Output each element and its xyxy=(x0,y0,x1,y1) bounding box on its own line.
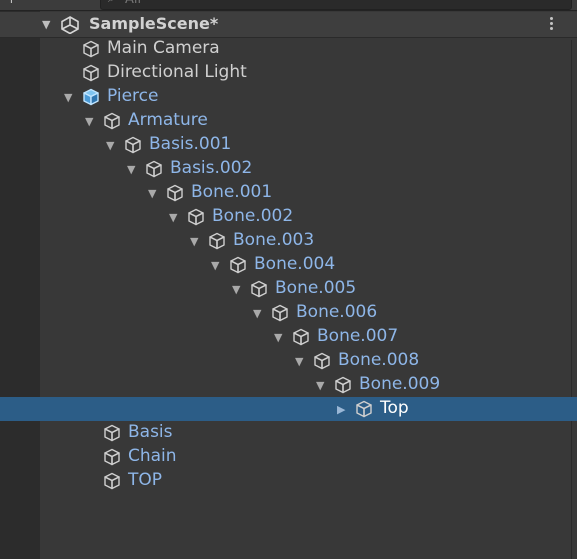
hierarchy-item-label: Bone.006 xyxy=(296,302,378,322)
hierarchy-item-label: Basis.001 xyxy=(149,134,232,154)
hierarchy-item-basis-001[interactable]: ▼ Basis.001 xyxy=(0,133,577,157)
hierarchy-item-bone-008[interactable]: ▼ Bone.008 xyxy=(0,349,577,373)
fold-open-arrow-icon[interactable]: ▼ xyxy=(127,163,135,176)
hierarchy-item-label: Bone.009 xyxy=(359,374,441,394)
fold-closed-arrow-icon[interactable]: ▶ xyxy=(337,403,345,416)
hierarchy-item-label: Directional Light xyxy=(107,62,247,82)
fold-open-arrow-icon[interactable]: ▼ xyxy=(274,331,282,344)
fold-open-arrow-icon[interactable]: ▼ xyxy=(148,187,156,200)
fold-open-arrow-icon[interactable]: ▼ xyxy=(85,115,93,128)
kebab-menu-icon[interactable] xyxy=(546,17,556,33)
fold-open-arrow-icon[interactable]: ▼ xyxy=(211,259,219,272)
hierarchy-item-main-camera[interactable]: Main Camera xyxy=(0,37,577,61)
gameobject-cube-icon xyxy=(125,136,141,154)
gameobject-cube-icon xyxy=(83,40,99,58)
gameobject-cube-icon xyxy=(104,112,120,130)
hierarchy-item-label: Bone.004 xyxy=(254,254,336,274)
hierarchy-item-pierce[interactable]: ▼ Pierce xyxy=(0,85,577,109)
hierarchy-toolbar: + ▾ ⌕ xyxy=(0,0,577,11)
fold-open-arrow-icon[interactable]: ▼ xyxy=(253,307,261,320)
hierarchy-item-label: Bone.007 xyxy=(317,326,399,346)
hierarchy-item-chain[interactable]: Chain xyxy=(0,445,577,469)
hierarchy-item-armature[interactable]: ▼ Armature xyxy=(0,109,577,133)
hierarchy-item-basis-002[interactable]: ▼ Basis.002 xyxy=(0,157,577,181)
gameobject-cube-icon xyxy=(230,256,246,274)
fold-open-arrow-icon[interactable]: ▼ xyxy=(316,379,324,392)
gameobject-cube-icon xyxy=(83,64,99,82)
scene-header[interactable]: ▼ SampleScene* xyxy=(0,12,577,38)
gameobject-cube-icon xyxy=(335,376,351,394)
hierarchy-item-bone-001[interactable]: ▼ Bone.001 xyxy=(0,181,577,205)
hierarchy-item-bone-003[interactable]: ▼ Bone.003 xyxy=(0,229,577,253)
hierarchy-item-bone-004[interactable]: ▼ Bone.004 xyxy=(0,253,577,277)
gameobject-cube-icon xyxy=(104,472,120,490)
chevron-down-icon[interactable]: ▾ xyxy=(27,0,32,2)
scene-title: SampleScene* xyxy=(89,14,219,33)
gameobject-cube-icon xyxy=(209,232,225,250)
hierarchy-item-directional-light[interactable]: Directional Light xyxy=(0,61,577,85)
hierarchy-item-bone-006[interactable]: ▼ Bone.006 xyxy=(0,301,577,325)
fold-open-arrow-icon[interactable]: ▼ xyxy=(64,91,72,104)
hierarchy-item-label: Armature xyxy=(128,110,208,130)
hierarchy-item-label: Bone.001 xyxy=(191,182,273,202)
hierarchy-item-label: Bone.003 xyxy=(233,230,315,250)
plus-icon[interactable]: + xyxy=(6,0,17,7)
hierarchy-item-bone-005[interactable]: ▼ Bone.005 xyxy=(0,277,577,301)
hierarchy-item-label: Bone.008 xyxy=(338,350,420,370)
hierarchy-item-label: Bone.005 xyxy=(275,278,357,298)
scene-fold-arrow-icon[interactable]: ▼ xyxy=(42,18,50,31)
unity-logo-icon xyxy=(61,16,79,34)
hierarchy-item-label: Pierce xyxy=(107,86,159,106)
gameobject-cube-icon xyxy=(314,352,330,370)
fold-open-arrow-icon[interactable]: ▼ xyxy=(190,235,198,248)
hierarchy-item-label: Main Camera xyxy=(107,38,220,58)
fold-open-arrow-icon[interactable]: ▼ xyxy=(169,211,177,224)
gameobject-cube-icon xyxy=(272,304,288,322)
hierarchy-item-basis[interactable]: Basis xyxy=(0,421,577,445)
hierarchy-item-label: Basis xyxy=(128,422,173,442)
gameobject-cube-icon xyxy=(188,208,204,226)
hierarchy-item-bone-007[interactable]: ▼ Bone.007 xyxy=(0,325,577,349)
gameobject-cube-icon xyxy=(356,400,372,418)
hierarchy-item-bone-002[interactable]: ▼ Bone.002 xyxy=(0,205,577,229)
fold-open-arrow-icon[interactable]: ▼ xyxy=(232,283,240,296)
hierarchy-item-label: Chain xyxy=(128,446,177,466)
search-input[interactable] xyxy=(125,0,425,7)
gameobject-cube-icon xyxy=(104,448,120,466)
hierarchy-item-label: TOP xyxy=(128,470,163,490)
gameobject-cube-icon xyxy=(146,160,162,178)
gameobject-cube-icon xyxy=(104,424,120,442)
gameobject-cube-icon xyxy=(167,184,183,202)
gameobject-cube-icon xyxy=(251,280,267,298)
hierarchy-item-top[interactable]: ▶ Top xyxy=(0,397,577,421)
fold-open-arrow-icon[interactable]: ▼ xyxy=(106,139,114,152)
hierarchy-item-top[interactable]: TOP xyxy=(0,469,577,493)
hierarchy-item-label: Top xyxy=(380,398,409,418)
search-field[interactable]: ⌕ xyxy=(100,0,572,10)
prefab-cube-icon xyxy=(83,88,99,106)
search-icon: ⌕ xyxy=(108,0,115,6)
hierarchy-item-bone-009[interactable]: ▼ Bone.009 xyxy=(0,373,577,397)
hierarchy-item-label: Bone.002 xyxy=(212,206,294,226)
fold-open-arrow-icon[interactable]: ▼ xyxy=(295,355,303,368)
gameobject-cube-icon xyxy=(293,328,309,346)
hierarchy-item-label: Basis.002 xyxy=(170,158,253,178)
